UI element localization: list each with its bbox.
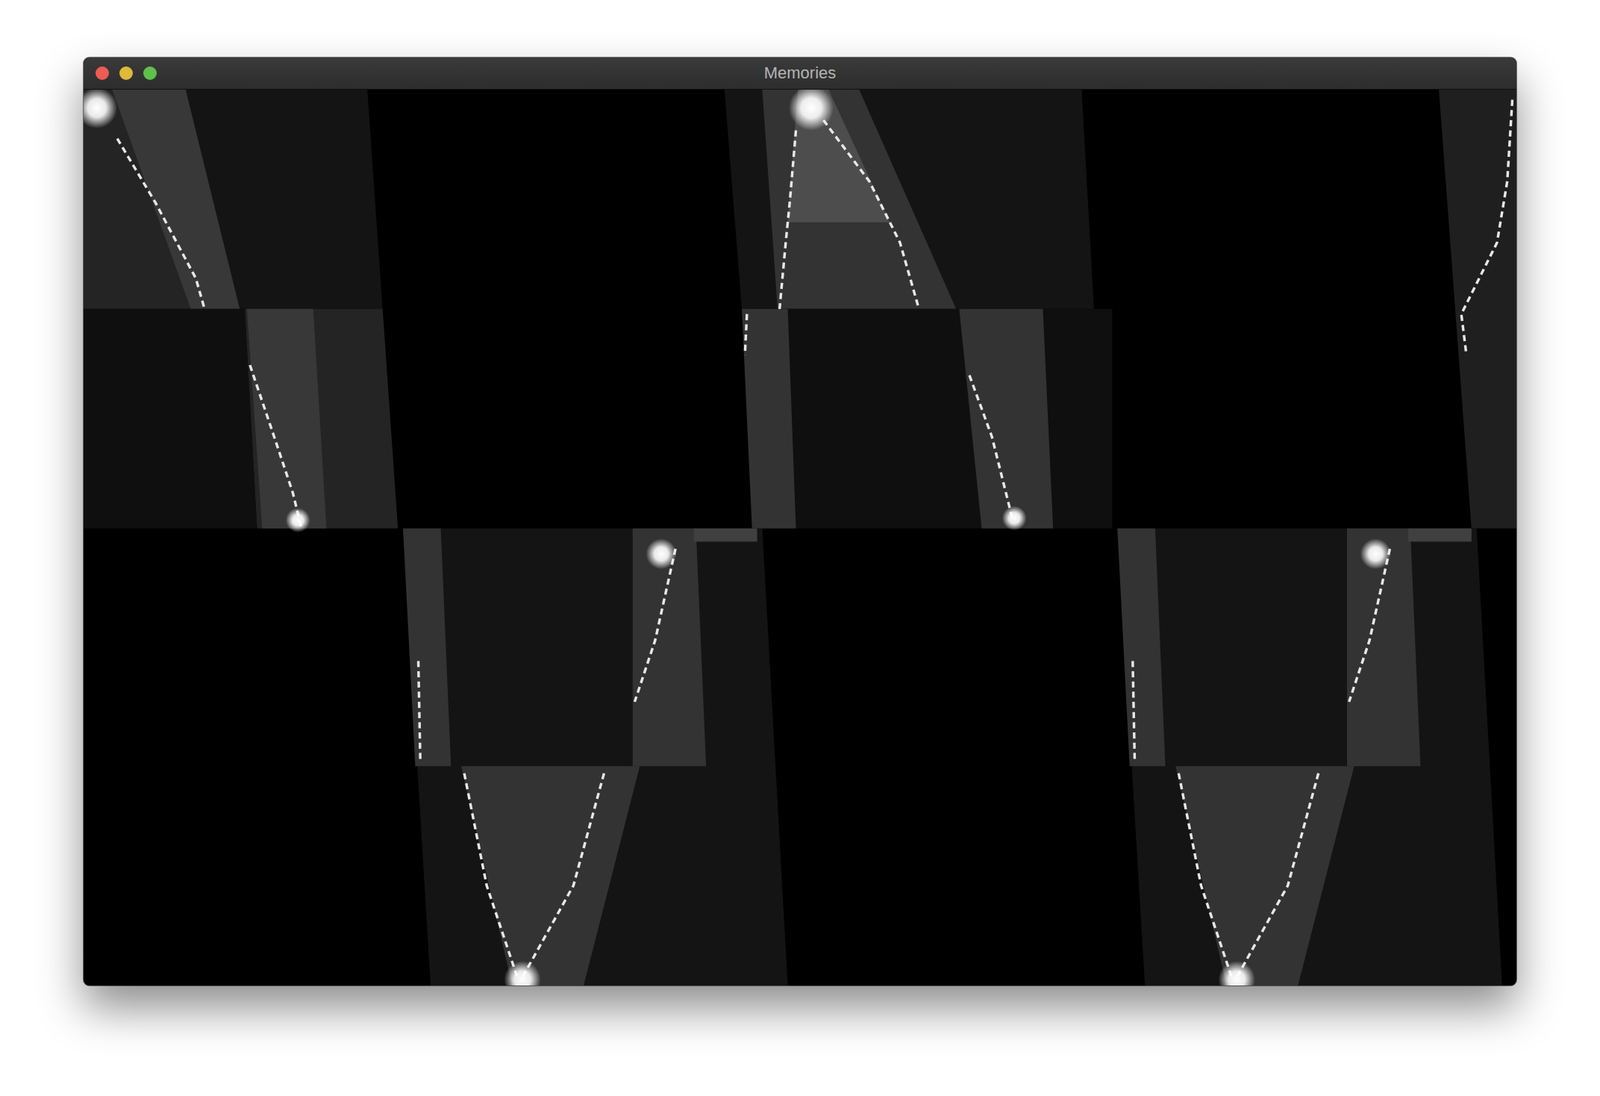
memory-trace xyxy=(250,364,301,527)
memory-trace xyxy=(744,314,748,356)
memory-trace xyxy=(969,375,1012,518)
memory-glow xyxy=(285,507,311,533)
memory-glow xyxy=(1218,960,1256,986)
memory-region xyxy=(1175,765,1354,986)
memory-trace xyxy=(1178,773,1232,977)
memory-canvas xyxy=(83,89,1517,986)
desktop: Memories xyxy=(0,0,1600,1096)
memory-region xyxy=(761,89,956,309)
memory-trace xyxy=(1132,660,1136,763)
zoom-button[interactable] xyxy=(143,66,157,80)
memory-region xyxy=(694,528,758,542)
window-title: Memories xyxy=(83,63,1517,83)
title-bar[interactable]: Memories xyxy=(83,57,1517,90)
window-controls xyxy=(83,66,157,80)
memory-trace xyxy=(634,548,676,702)
memory-trace xyxy=(779,130,797,309)
memory-glow xyxy=(503,960,541,986)
memory-region xyxy=(111,89,240,309)
memory-glow xyxy=(646,538,677,569)
memory-glow xyxy=(83,89,118,129)
memory-trace xyxy=(1349,548,1391,702)
memory-region xyxy=(1117,528,1503,986)
memory-region xyxy=(461,765,640,986)
memory-trace xyxy=(522,773,604,977)
memory-glow xyxy=(788,89,834,131)
memory-region xyxy=(1347,528,1421,766)
memory-region xyxy=(83,89,383,309)
memory-region xyxy=(741,308,796,529)
memory-region xyxy=(958,308,1053,529)
memory-region xyxy=(244,308,398,529)
memory-trace xyxy=(117,138,204,308)
memory-region xyxy=(1408,528,1472,542)
close-button[interactable] xyxy=(95,66,109,80)
memory-trace xyxy=(418,660,421,763)
memory-glow xyxy=(1002,505,1027,531)
memory-region xyxy=(247,308,327,529)
minimize-button[interactable] xyxy=(119,66,133,80)
memory-region xyxy=(1117,528,1165,766)
memory-glow xyxy=(1360,538,1392,569)
memory-region xyxy=(402,528,789,986)
memory-trace xyxy=(1236,773,1318,977)
memory-region xyxy=(83,308,257,529)
memory-region xyxy=(1438,89,1517,529)
memory-trace xyxy=(464,773,518,977)
memory-region xyxy=(632,528,706,766)
memory-trace xyxy=(823,120,918,307)
memory-region xyxy=(741,308,1112,529)
memory-trace xyxy=(1461,100,1512,356)
app-window: Memories xyxy=(83,57,1517,986)
memory-region xyxy=(724,89,1095,309)
memory-region xyxy=(402,528,451,766)
